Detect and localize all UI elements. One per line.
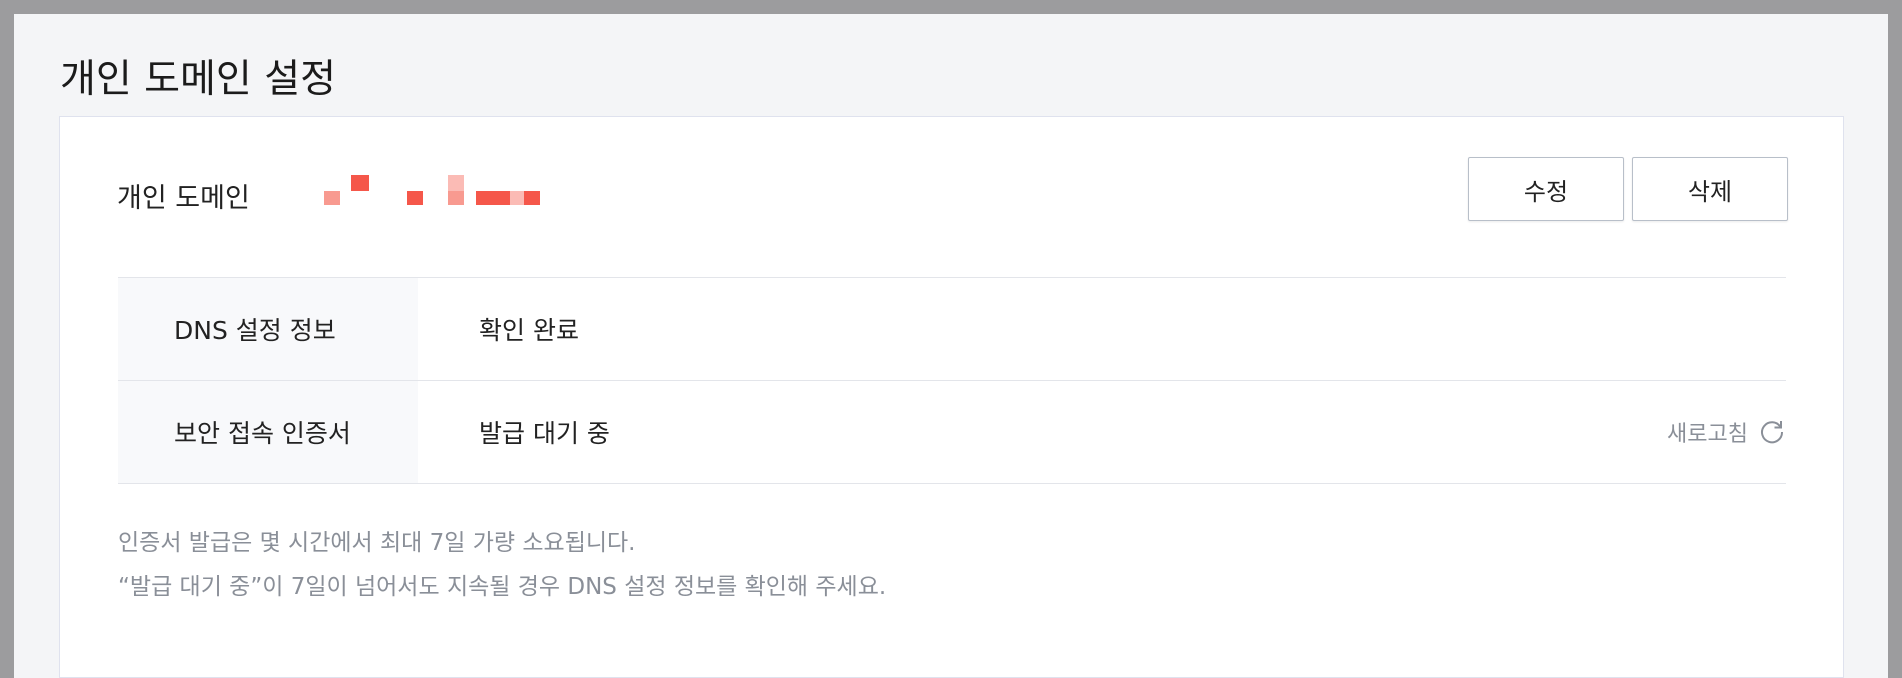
note-line: “발급 대기 중”이 7일이 넘어서도 지속될 경우 DNS 설정 정보를 확인…	[118, 574, 887, 600]
info-value: 확인 완료	[479, 316, 579, 345]
refresh-icon	[1758, 418, 1786, 446]
notes: 인증서 발급은 몇 시간에서 최대 7일 가량 소요됩니다. “발급 대기 중”…	[118, 521, 886, 609]
delete-button[interactable]: 삭제	[1632, 157, 1788, 221]
info-row-dns: DNS 설정 정보 확인 완료	[118, 277, 1786, 380]
settings-panel: 개인 도메인 설정 개인 도메인 수정 삭제 DNS 설정 정보 확인 완료 보…	[14, 14, 1888, 678]
info-value: 발급 대기 중	[479, 419, 610, 448]
refresh-button[interactable]: 새로고침	[1667, 381, 1786, 483]
domain-label: 개인 도메인	[117, 183, 250, 214]
domain-card: 개인 도메인 수정 삭제 DNS 설정 정보 확인 완료 보안 접속 인증서 발…	[59, 116, 1844, 678]
edit-button[interactable]: 수정	[1468, 157, 1624, 221]
info-key: DNS 설정 정보	[118, 278, 418, 380]
page-title: 개인 도메인 설정	[60, 57, 336, 102]
info-table: DNS 설정 정보 확인 완료 보안 접속 인증서 발급 대기 중 새로고침	[118, 277, 1786, 484]
refresh-label: 새로고침	[1667, 422, 1748, 447]
domain-value-redacted	[312, 173, 572, 213]
info-key: 보안 접속 인증서	[118, 381, 418, 483]
note-line: 인증서 발급은 몇 시간에서 최대 7일 가량 소요됩니다.	[118, 530, 636, 556]
info-row-certificate: 보안 접속 인증서 발급 대기 중 새로고침	[118, 380, 1786, 484]
domain-row: 개인 도메인 수정 삭제	[60, 117, 1843, 277]
